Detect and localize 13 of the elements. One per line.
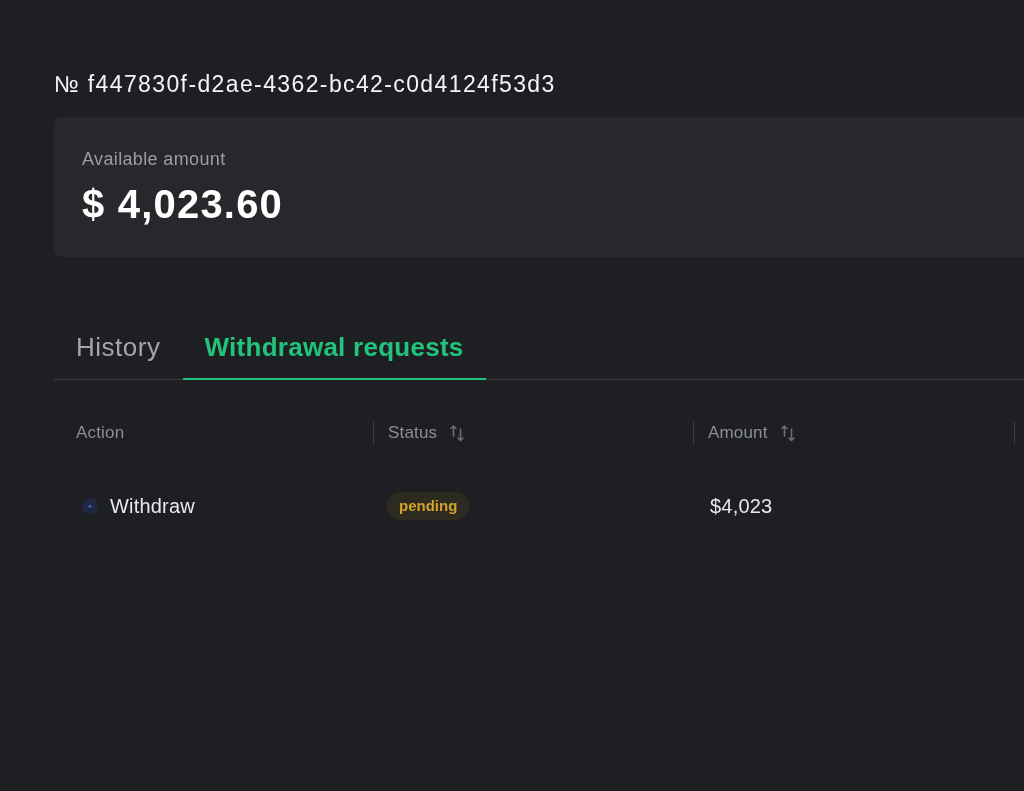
request-number: № f447830f-d2ae-4362-bc42-c0d4124f53d3 xyxy=(54,70,556,98)
balance-amount: $ 4,023.60 xyxy=(82,182,284,226)
tab[interactable]: Withdrawal requests xyxy=(182,331,486,380)
balance-label: Available amount xyxy=(82,149,226,169)
column-header[interactable]: Amount xyxy=(708,423,797,443)
sort-icon[interactable] xyxy=(448,424,467,442)
column-header[interactable]: Status xyxy=(388,423,467,443)
status-badge: pending xyxy=(387,492,470,520)
action-text: Withdraw xyxy=(110,494,195,518)
sort-icon[interactable] xyxy=(778,424,797,442)
amount-text: $4,023 xyxy=(710,494,773,518)
tab[interactable]: History xyxy=(54,331,183,380)
column-header: Action xyxy=(76,423,125,443)
